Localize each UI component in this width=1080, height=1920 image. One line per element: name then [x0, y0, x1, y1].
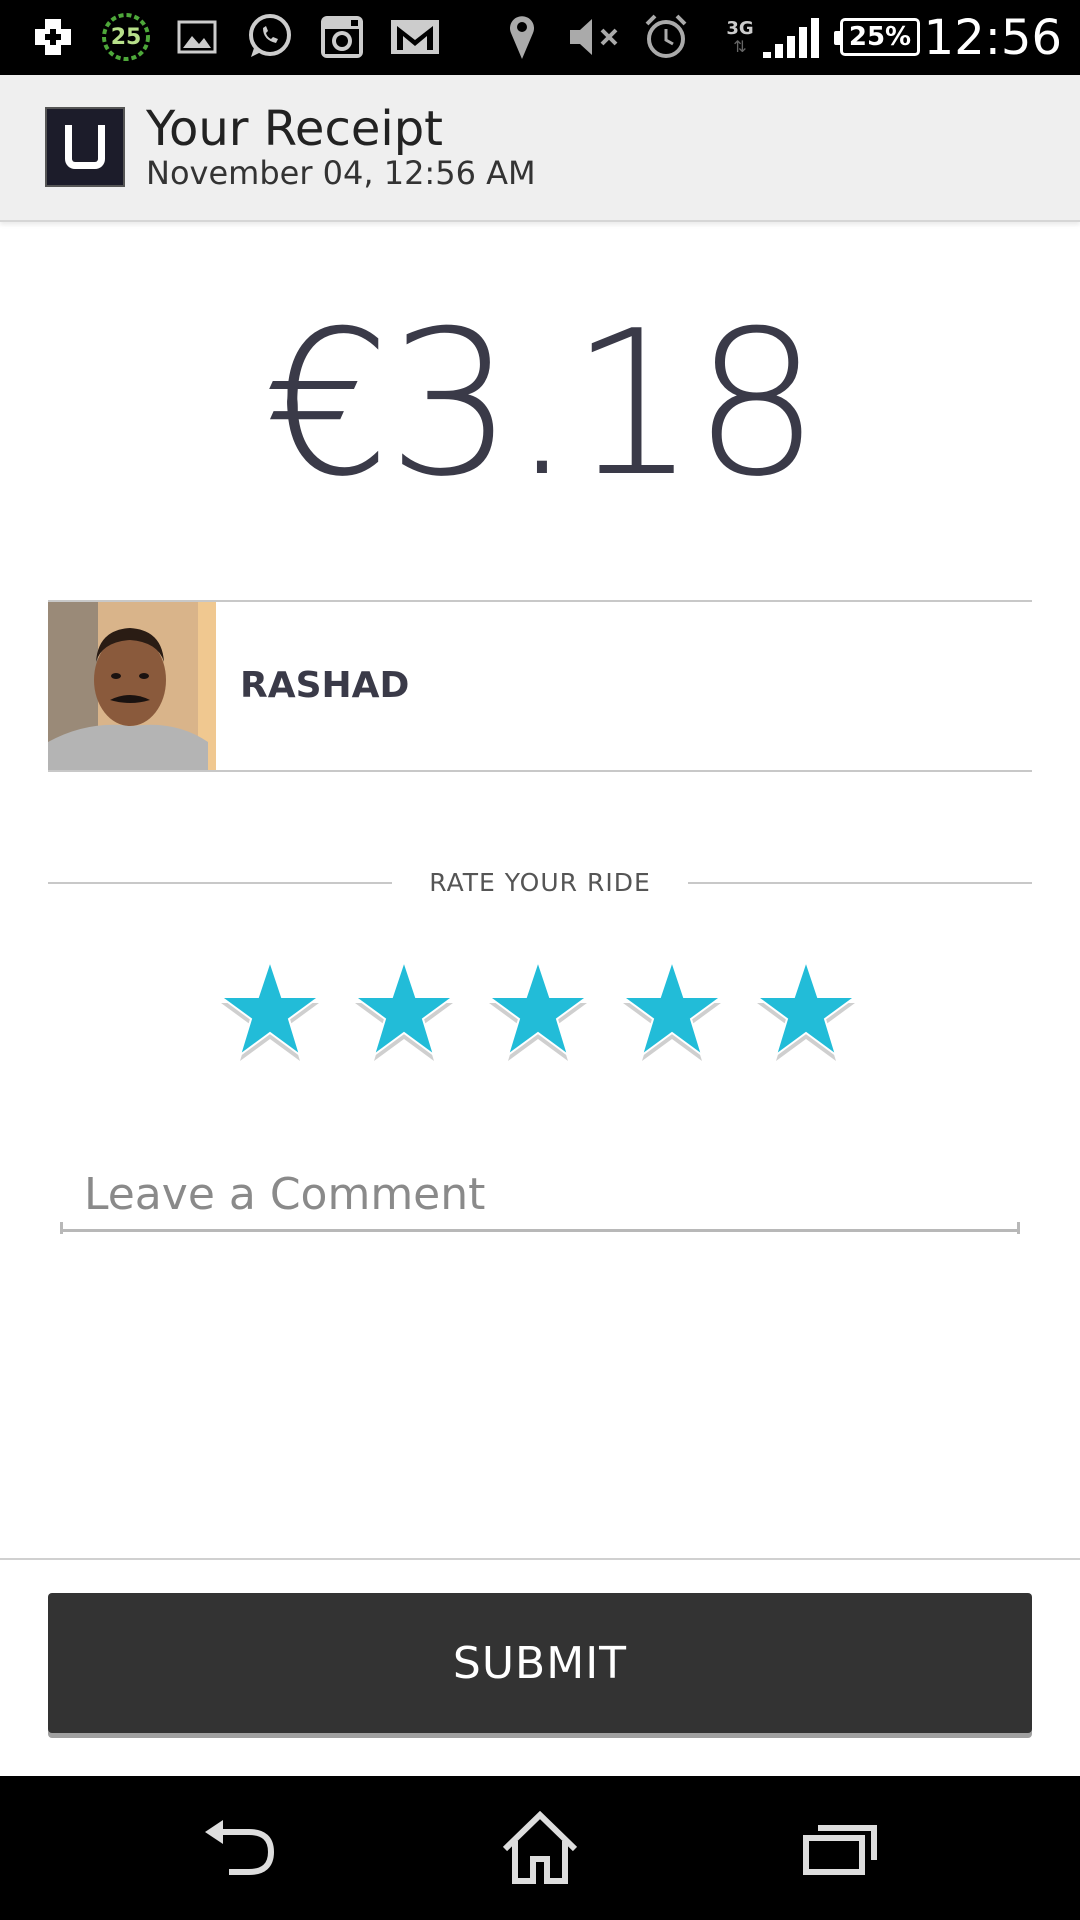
battery-level: 25%	[848, 22, 912, 52]
recent-apps-icon[interactable]	[785, 1806, 895, 1890]
alarm-icon	[640, 12, 692, 62]
comment-underline-edge	[1017, 1222, 1020, 1234]
comment-underline-edge	[60, 1222, 63, 1234]
battery-icon: 25%	[834, 18, 920, 56]
notification-count-badge: 25	[98, 12, 154, 62]
star-icon-1[interactable]	[215, 955, 325, 1065]
status-bar: 25 3G ⇅ 25% 12:56	[0, 0, 1080, 75]
comment-input[interactable]	[60, 1160, 1020, 1232]
submit-button[interactable]: SUBMIT	[48, 1593, 1032, 1733]
back-icon[interactable]	[186, 1806, 296, 1890]
page-title: Your Receipt	[146, 101, 443, 157]
star-icon-4[interactable]	[617, 955, 727, 1065]
signal-icon	[760, 12, 822, 62]
home-icon[interactable]	[485, 1806, 595, 1890]
notification-count: 25	[110, 24, 142, 50]
network-type: 3G ⇅	[720, 12, 760, 62]
whatsapp-icon	[242, 12, 296, 62]
rate-divider-right	[688, 882, 1032, 884]
location-icon	[505, 12, 539, 62]
gallery-icon	[175, 12, 219, 62]
plus-icon	[28, 12, 78, 62]
navigation-bar	[0, 1776, 1080, 1920]
driver-row: RASHAD	[48, 600, 1032, 772]
status-clock: 12:56	[923, 10, 1062, 66]
driver-name: RASHAD	[240, 665, 410, 706]
gmail-icon	[388, 12, 442, 62]
instagram-icon	[316, 12, 368, 62]
driver-avatar	[48, 602, 216, 770]
receipt-header: Your Receipt November 04, 12:56 AM	[0, 75, 1080, 222]
star-icon-5[interactable]	[751, 955, 861, 1065]
data-arrows-icon: ⇅	[733, 37, 747, 56]
mute-icon	[565, 12, 625, 62]
fare-amount: €3.18	[263, 288, 821, 521]
receipt-date: November 04, 12:56 AM	[146, 154, 536, 192]
uber-logo-icon[interactable]	[45, 107, 125, 187]
star-icon-3[interactable]	[483, 955, 593, 1065]
star-rating	[215, 955, 875, 1075]
star-icon-2[interactable]	[349, 955, 459, 1065]
network-label: 3G	[726, 18, 754, 39]
footer-divider	[0, 1558, 1080, 1560]
